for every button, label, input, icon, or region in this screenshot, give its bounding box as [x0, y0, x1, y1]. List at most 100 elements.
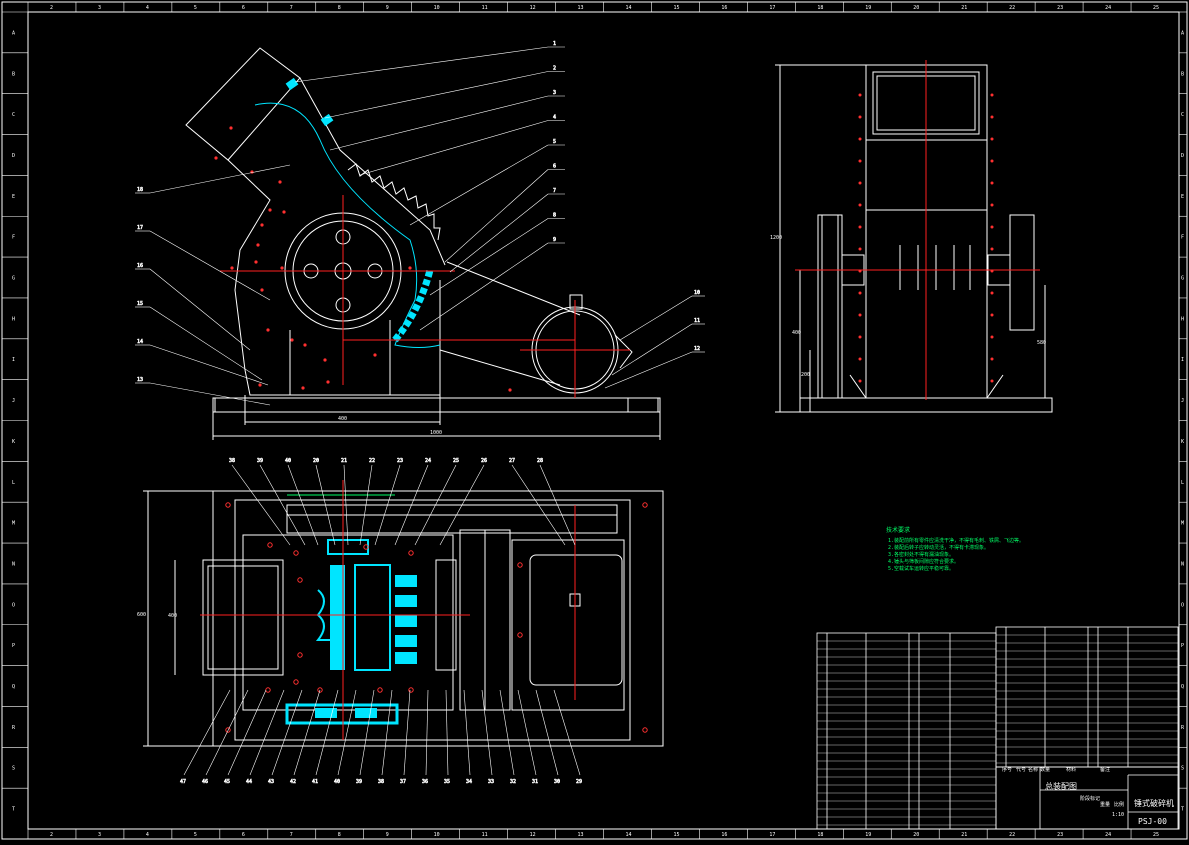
border-number-bottom: 14: [625, 832, 631, 838]
dim-side-a: 200: [801, 372, 811, 378]
border-number-top: 16: [721, 5, 727, 11]
border-letter-right: A: [1181, 30, 1184, 36]
border-number-bottom: 20: [913, 832, 919, 838]
border-number-bottom: 16: [721, 832, 727, 838]
border-letter-right: T: [1181, 807, 1184, 813]
dim-front-total: 1000: [430, 430, 443, 436]
border-number-top: 9: [386, 5, 389, 11]
callout-motor: 10: [694, 290, 700, 296]
callout-front-right: 4: [553, 115, 556, 121]
border-number-bottom: 15: [673, 832, 679, 838]
border-letter-left: K: [12, 439, 15, 445]
border-number-top: 13: [578, 5, 584, 11]
tb-header-no: 序号: [1002, 767, 1013, 773]
dim-side-height: 1200: [770, 235, 783, 241]
border-number-top: 19: [865, 5, 871, 11]
callout-bottom: 45: [224, 779, 230, 785]
border-number-bottom: 8: [338, 832, 341, 838]
border-letter-right: F: [1181, 235, 1184, 241]
border-number-bottom: 12: [530, 832, 536, 838]
border-number-top: 10: [434, 5, 440, 11]
border-letter-left: B: [12, 71, 15, 77]
border-letter-left: E: [12, 194, 15, 200]
border-number-top: 17: [769, 5, 775, 11]
dim-side-c: 580: [1037, 340, 1047, 346]
callout-front-left: 15: [137, 301, 143, 307]
notes-line-2: 2.装配后转子应转动灵活，不得有卡滞现象。: [888, 545, 990, 551]
border-number-bottom: 9: [386, 832, 389, 838]
callout-top: 25: [453, 458, 459, 464]
border-letter-left: T: [12, 807, 15, 813]
callout-bottom: 29: [576, 779, 582, 785]
border-number-bottom: 6: [242, 832, 245, 838]
weight-label: 重量: [1100, 802, 1111, 808]
border-letter-left: R: [12, 725, 16, 731]
part-name: 锤式破碎机: [1134, 799, 1174, 808]
callout-bottom: 46: [202, 779, 208, 785]
callout-bottom: 37: [400, 779, 406, 785]
outer-border: [1, 1, 1188, 840]
border-letter-right: N: [1181, 561, 1184, 567]
border-letter-left: H: [12, 316, 15, 322]
belt: [286, 504, 618, 534]
callout-bottom: 41: [312, 779, 318, 785]
border-number-bottom: 21: [961, 832, 967, 838]
fastener-markers: [214, 126, 512, 392]
callout-bottom: 36: [422, 779, 428, 785]
border-number-top: 2: [50, 5, 53, 11]
dim-side-b: 400: [792, 330, 802, 336]
border-number-bottom: 4: [146, 832, 149, 838]
border-letter-left: O: [12, 602, 15, 608]
border-letter-right: D: [1181, 153, 1184, 159]
bolt-cyan: [285, 77, 299, 91]
tb-header-name: 名称: [1028, 767, 1039, 773]
border-number-top: 5: [194, 5, 197, 11]
border-grid: 2233445566778899101011111212131314141515…: [2, 2, 1187, 839]
border-number-top: 7: [290, 5, 293, 11]
border-number-top: 24: [1105, 5, 1111, 11]
rotor-top-cyan: [285, 539, 417, 725]
border-letter-left: J: [12, 398, 15, 404]
border-letter-right: J: [1181, 398, 1184, 404]
callout-bottom: 43: [268, 779, 274, 785]
border-letter-left: N: [12, 561, 15, 567]
border-letter-right: Q: [1181, 684, 1184, 690]
flywheel: [1009, 214, 1035, 331]
callout-top: 20: [313, 458, 319, 464]
stage-label: 阶段标记: [1080, 796, 1101, 802]
border-number-bottom: 2: [50, 832, 53, 838]
notes-heading: 技术要求: [886, 527, 911, 534]
notes-line-1: 1.装配前所有零件应清洗干净，不得有毛刺、铁屑、飞边等。: [888, 538, 1025, 544]
tb-header-note: 备注: [1100, 767, 1111, 773]
callout-bottom: 31: [532, 779, 538, 785]
centerlines-top: [200, 480, 576, 740]
callout-top: 21: [341, 458, 347, 464]
callout-motor: 12: [694, 346, 700, 352]
border-letter-right: R: [1181, 725, 1185, 731]
callout-motor: 11: [694, 318, 700, 324]
drawing-sheet: 2 2 3 3 4 4 5 5 6 6 7 7 8 8 9 9 10 10 11 11 12 12 13 13 14 14 15 15…: [0, 0, 1189, 841]
callout-bottom: 47: [180, 779, 186, 785]
border-number-bottom: 10: [434, 832, 440, 838]
callout-bottom: 33: [488, 779, 494, 785]
border-number-bottom: 13: [578, 832, 584, 838]
border-number-top: 21: [961, 5, 967, 11]
callout-top: 26: [481, 458, 487, 464]
centerlines-side: [795, 60, 1040, 400]
scale-label: 比例: [1114, 802, 1125, 808]
callout-bottom: 40: [334, 779, 340, 785]
tb-header-material: 材料: [1066, 767, 1077, 773]
border-number-top: 20: [913, 5, 919, 11]
callout-front-right: 2: [553, 66, 556, 72]
callout-bottom: 44: [246, 779, 252, 785]
border-number-top: 3: [98, 5, 101, 11]
border-letter-left: L: [12, 480, 15, 486]
border-letter-left: P: [12, 643, 15, 649]
dim-front-width: 400: [338, 416, 348, 422]
parts-list-rows: [817, 634, 1178, 826]
border-letter-right: O: [1181, 602, 1184, 608]
border-number-bottom: 24: [1105, 832, 1111, 838]
border-number-bottom: 7: [290, 832, 293, 838]
border-letter-left: I: [12, 357, 15, 363]
cad-drawing: 2233445566778899101011111212131314141515…: [1, 1, 1188, 840]
